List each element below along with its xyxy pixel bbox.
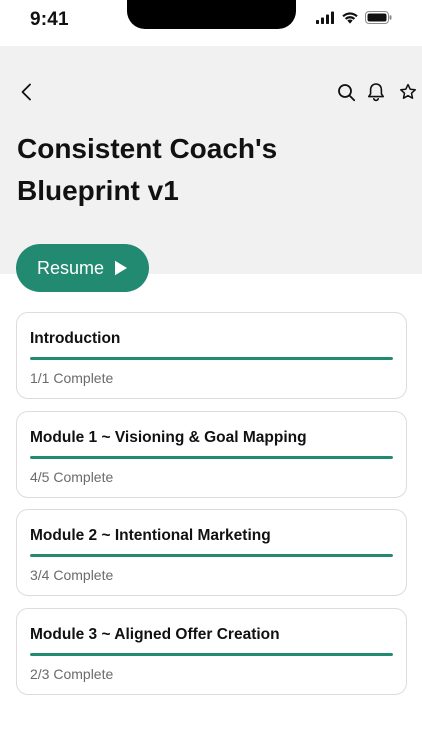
signal-icon [316,11,335,29]
chevron-left-icon [21,83,31,101]
module-status: 3/4 Complete [30,567,114,583]
module-status: 2/3 Complete [30,665,114,682]
course-screen: 9:41 Consistent Coach's Blueprint v1 Res… [0,0,422,750]
module-title: Module 2 ~ Intentional Marketing [30,527,271,544]
module-card-introduction[interactable]: Introduction 1/1 Complete [16,312,407,399]
module-progress-fill [30,455,393,459]
module-card-module-3[interactable]: Module 3 ~ Aligned Offer Creation 2/3 Co… [16,607,407,695]
search-button[interactable] [334,80,358,104]
page-title: Consistent Coach's Blueprint v1 [17,133,278,206]
status-bar: 9:41 [0,0,422,46]
resume-button-label: Resume [36,257,105,278]
bell-icon [368,83,384,102]
star-icon [400,83,416,99]
module-progress-bar [30,455,393,459]
status-icons [316,11,392,29]
module-progress-fill [30,652,393,656]
module-title: Module 1 ~ Visioning & Goal Mapping [30,428,307,446]
module-progress-fill [30,554,393,557]
module-progress-fill [30,357,393,360]
notifications-button[interactable] [364,80,388,104]
module-title: Introduction [30,330,121,347]
device-notch [127,0,296,29]
search-icon [337,83,355,101]
module-progress-bar [30,652,393,656]
module-card-module-2[interactable]: Module 2 ~ Intentional Marketing 3/4 Com… [16,509,407,596]
module-status: 4/5 Complete [30,468,114,485]
module-title: Module 3 ~ Aligned Offer Creation [30,625,280,643]
module-list: Introduction 1/1 Complete Module 1 ~ Vis… [16,312,407,706]
favorite-button[interactable] [396,80,420,104]
module-card-module-1[interactable]: Module 1 ~ Visioning & Goal Mapping 4/5 … [16,410,407,498]
battery-icon [365,11,392,29]
status-time: 9:41 [30,9,69,30]
module-progress-bar [30,357,393,360]
wifi-icon [341,11,359,29]
module-progress-bar [30,554,393,557]
play-icon [114,260,128,276]
back-button[interactable] [14,80,38,104]
resume-button[interactable]: Resume [16,244,149,292]
module-status: 1/1 Complete [30,370,114,386]
